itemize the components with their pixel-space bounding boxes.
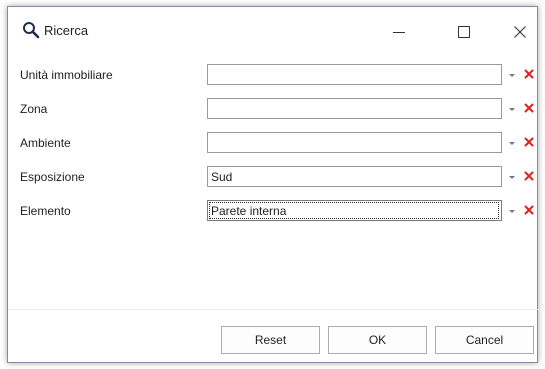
title-bar[interactable]: Ricerca bbox=[8, 7, 537, 55]
field-label: Esposizione bbox=[20, 170, 85, 184]
field-label: Zona bbox=[20, 102, 48, 116]
zona-combobox[interactable] bbox=[207, 98, 502, 119]
minimize-button[interactable] bbox=[376, 17, 422, 47]
field-label: Elemento bbox=[20, 204, 71, 218]
chevron-down-icon[interactable] bbox=[506, 206, 518, 216]
unita-immobiliare-combobox[interactable] bbox=[207, 64, 502, 85]
form-row-ambiente: Ambiente bbox=[8, 132, 539, 155]
esposizione-combobox[interactable]: Sud bbox=[207, 166, 502, 187]
form-row-esposizione: Esposizione Sud bbox=[8, 166, 539, 189]
clear-x-icon[interactable] bbox=[523, 102, 535, 114]
reset-button[interactable]: Reset bbox=[221, 326, 320, 354]
maximize-icon bbox=[458, 26, 470, 38]
elemento-combobox[interactable]: Parete interna bbox=[207, 200, 502, 221]
clear-x-icon[interactable] bbox=[523, 136, 535, 148]
chevron-down-icon[interactable] bbox=[506, 172, 518, 182]
search-dialog: Ricerca Unità immobiliare Zona Ambiente … bbox=[7, 6, 539, 363]
magnifier-icon bbox=[23, 22, 40, 39]
combobox-value: Parete interna bbox=[209, 202, 499, 219]
close-button[interactable] bbox=[497, 17, 543, 47]
clear-x-icon[interactable] bbox=[523, 170, 535, 182]
ambiente-combobox[interactable] bbox=[207, 132, 502, 153]
chevron-down-icon[interactable] bbox=[506, 138, 518, 148]
combobox-value: Sud bbox=[211, 170, 233, 184]
footer-divider bbox=[8, 309, 539, 310]
clear-x-icon[interactable] bbox=[523, 204, 535, 216]
maximize-button[interactable] bbox=[441, 17, 487, 47]
form-row-elemento: Elemento Parete interna bbox=[8, 200, 539, 223]
form-row-zona: Zona bbox=[8, 98, 539, 121]
chevron-down-icon[interactable] bbox=[506, 70, 518, 80]
ok-button[interactable]: OK bbox=[328, 326, 427, 354]
window-title: Ricerca bbox=[44, 23, 89, 38]
form-row-unita-immobiliare: Unità immobiliare bbox=[8, 64, 539, 87]
field-label: Ambiente bbox=[20, 136, 71, 150]
minimize-icon bbox=[393, 32, 405, 33]
clear-x-icon[interactable] bbox=[523, 68, 535, 80]
chevron-down-icon[interactable] bbox=[506, 104, 518, 114]
field-label: Unità immobiliare bbox=[20, 68, 113, 82]
close-icon bbox=[514, 26, 526, 38]
cancel-button[interactable]: Cancel bbox=[435, 326, 534, 354]
